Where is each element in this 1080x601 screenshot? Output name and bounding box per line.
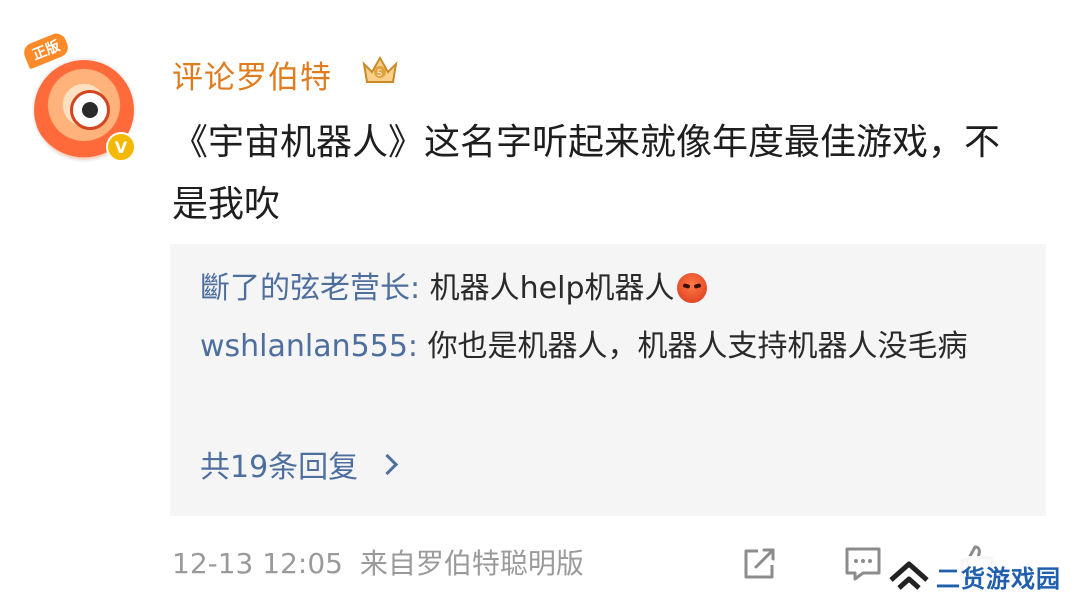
watermark: 二货游戏园	[888, 556, 1074, 596]
crown-icon: 5	[362, 55, 398, 83]
svg-text:5: 5	[377, 68, 382, 78]
comment-source: 来自罗伯特聪明版	[359, 547, 584, 580]
verified-badge-icon: V	[106, 132, 136, 162]
replies-box[interactable]: 斷了的弦老营长: 机器人help机器人 wshlanlan555: 你也是机器人…	[170, 244, 1046, 516]
comment-icon[interactable]	[843, 545, 883, 583]
watermark-logo-icon	[889, 561, 929, 590]
chevron-right-icon	[377, 453, 399, 475]
more-replies-link[interactable]: 共19条回复	[200, 442, 399, 486]
reply-author[interactable]: wshlanlan555	[200, 329, 408, 364]
reply-text: 机器人help机器人	[429, 271, 675, 306]
reply-item[interactable]: wshlanlan555: 你也是机器人，机器人支持机器人没毛病	[200, 322, 980, 372]
avatar[interactable]: 正版 V	[21, 30, 140, 164]
comment-date-time: 12-13 12:05	[172, 547, 343, 580]
reply-separator: :	[410, 271, 430, 306]
watermark-text: 二货游戏园	[936, 564, 1061, 593]
comment-text: 《宇宙机器人》这名字听起来就像年度最佳游戏，不是我吹	[172, 122, 1001, 225]
more-replies-label: 共19条回复	[200, 450, 359, 485]
angry-face-icon	[676, 273, 707, 303]
reply-separator: :	[407, 329, 428, 364]
share-icon[interactable]	[740, 545, 778, 583]
username[interactable]: 评论罗伯特	[172, 52, 332, 97]
avatar-eye	[70, 90, 110, 130]
reply-item[interactable]: 斷了的弦老营长: 机器人help机器人	[200, 264, 1020, 314]
reply-text: 你也是机器人，机器人支持机器人没毛病	[427, 329, 968, 364]
reply-author[interactable]: 斷了的弦老营长	[200, 271, 410, 306]
comment-meta: 12-13 12:05 来自罗伯特聪明版	[172, 542, 584, 582]
